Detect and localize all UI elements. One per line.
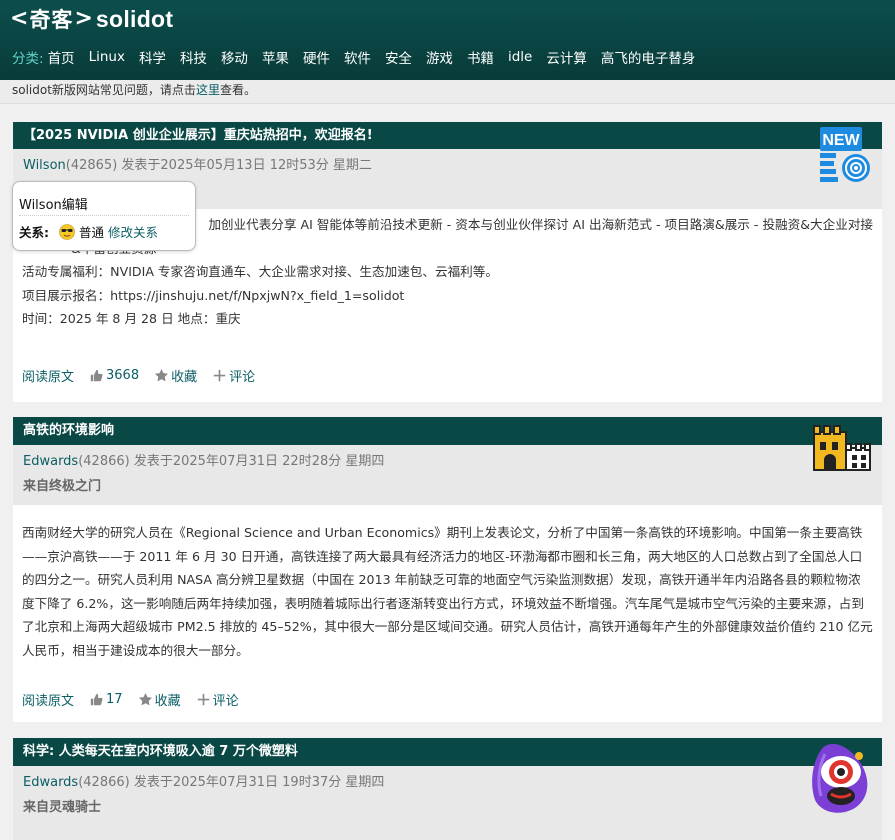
science-mascot-icon: [812, 744, 868, 813]
article-author[interactable]: Wilson: [23, 158, 66, 173]
notice-suffix: 查看。: [219, 83, 256, 97]
nav-item-software[interactable]: 软件: [344, 47, 371, 67]
read-original-link[interactable]: 阅读原文: [22, 366, 74, 385]
article-meta: Edwards(42866) 发表于2025年07月31日 19时37分 星期四…: [13, 766, 882, 840]
comment-button[interactable]: 评论: [197, 690, 239, 709]
nav-item-apple[interactable]: 苹果: [262, 47, 289, 67]
edit-relation-link[interactable]: 修改关系: [108, 222, 158, 241]
article-meta-text: (42865) 发表于2025年05月13日 12时53分 星期二: [65, 158, 372, 173]
logo-cn: 奇客: [29, 8, 74, 32]
nav-item-security[interactable]: 安全: [385, 47, 412, 67]
favorite-button[interactable]: 收藏: [138, 690, 181, 709]
nav-item-linux[interactable]: Linux: [89, 49, 125, 65]
article-source: 来自灵魂骑士: [23, 800, 102, 815]
like-button[interactable]: 3668: [90, 368, 139, 383]
article-paragraph: 项目展示报名：https://jinshuju.net/f/NpxjwN?x_f…: [22, 287, 405, 303]
article-author[interactable]: Edwards: [23, 775, 78, 790]
article-body: 西南财经大学的研究人员在《Regional Science and Urban …: [13, 505, 882, 687]
article-title[interactable]: 【2025 NVIDIA 创业企业展示】重庆站热招中，欢迎报名!: [13, 122, 882, 149]
nav-item-home[interactable]: 首页: [48, 47, 75, 67]
notice-prefix: solidot新版网站常见问题，请点击: [12, 83, 196, 97]
popover-title: Wilson编辑: [19, 198, 88, 213]
favorite-button[interactable]: 收藏: [155, 366, 197, 385]
popover-divider: [19, 215, 189, 216]
nav-item-books[interactable]: 书籍: [467, 47, 494, 67]
comment-label: 评论: [229, 369, 256, 385]
article-card: 【2025 NVIDIA 创业企业展示】重庆站热招中，欢迎报名! Wilson(…: [13, 122, 882, 402]
comment-button[interactable]: 评论: [213, 366, 255, 385]
article-title[interactable]: 科学: 人类每天在室内环境吸入逾 7 万个微塑料: [13, 738, 882, 766]
article-source: 来自终极之门: [23, 479, 102, 494]
nav-item-mobile[interactable]: 移动: [221, 47, 248, 67]
category-nav: 分类: 首页 Linux 科学 科技 移动 苹果 硬件 软件 安全 游戏 书籍 …: [12, 47, 695, 67]
article-author[interactable]: Edwards: [23, 454, 78, 469]
article-paragraph: 时间：2025 年 8 月 28 日 地点：重庆: [22, 311, 241, 327]
read-original-link[interactable]: 阅读原文: [22, 690, 74, 709]
star-icon: [155, 368, 169, 381]
notice-bar: solidot新版网站常见问题，请点击这里查看。: [0, 80, 895, 104]
site-logo[interactable]: < 奇客 > solidot: [10, 3, 173, 35]
nav-item-games[interactable]: 游戏: [426, 47, 453, 67]
favorite-label: 收藏: [171, 369, 198, 385]
new-badge-icon: NEW: [820, 127, 870, 182]
article-actions: 阅读原文 3668 收藏 评论: [13, 363, 882, 387]
castle-icon: [813, 425, 871, 471]
article-meta: Edwards(42866) 发表于2025年07月31日 22时28分 星期四…: [13, 445, 882, 505]
thumbs-up-icon: [90, 693, 103, 705]
logo-en: solidot: [95, 5, 174, 32]
notice-link[interactable]: 这里: [196, 83, 220, 97]
article-card: 高铁的环境影响 Edwards(42866) 发表于2025年07月31日 22…: [13, 417, 882, 722]
nav-label: 分类:: [12, 51, 44, 67]
like-count: 3668: [106, 367, 140, 383]
svg-text:NEW: NEW: [822, 132, 860, 149]
nav-item-idle[interactable]: idle: [508, 49, 532, 65]
nav-item-science[interactable]: 科学: [139, 47, 166, 67]
article-actions: 阅读原文 17 收藏 评论: [13, 687, 882, 711]
like-count: 17: [106, 691, 123, 707]
nav-item-gaofei[interactable]: 高飞的电子替身: [601, 47, 696, 67]
plus-icon: [197, 693, 209, 705]
star-icon: [138, 692, 152, 705]
site-header: < 奇客 > solidot 分类: 首页 Linux 科学 科技 移动 苹果 …: [0, 0, 895, 80]
nav-item-hardware[interactable]: 硬件: [303, 47, 330, 67]
nav-item-technology[interactable]: 科技: [180, 47, 207, 67]
popover-relation-row: 关系: 普通 修改关系: [19, 222, 158, 241]
nav-item-cloud[interactable]: 云计算: [546, 47, 587, 67]
article-paragraph: 活动专属福利：NVIDIA 专家咨询直通车、大企业需求对接、生态加速包、云福利等…: [22, 264, 498, 280]
logo-left-chevron: <: [10, 6, 29, 31]
favorite-label: 收藏: [154, 693, 181, 709]
article-card: 科学: 人类每天在室内环境吸入逾 7 万个微塑料 Edwards(42866) …: [13, 738, 882, 840]
article-meta-text: (42866) 发表于2025年07月31日 22时28分 星期四: [78, 454, 385, 469]
like-button[interactable]: 17: [90, 692, 123, 707]
article-paragraph: 西南财经大学的研究人员在《Regional Science and Urban …: [22, 525, 873, 658]
article-meta-text: (42866) 发表于2025年07月31日 19时37分 星期四: [78, 775, 385, 790]
sunglasses-emoji-icon: [59, 223, 75, 240]
logo-right-chevron: >: [74, 6, 93, 31]
relation-value: 普通: [79, 225, 105, 240]
relation-label: 关系:: [19, 225, 49, 240]
author-popover: Wilson编辑 关系: 普通 修改关系: [12, 181, 196, 251]
thumbs-up-icon: [90, 369, 103, 381]
comment-label: 评论: [212, 693, 239, 709]
plus-icon: [213, 369, 226, 381]
article-title[interactable]: 高铁的环境影响: [13, 417, 882, 445]
